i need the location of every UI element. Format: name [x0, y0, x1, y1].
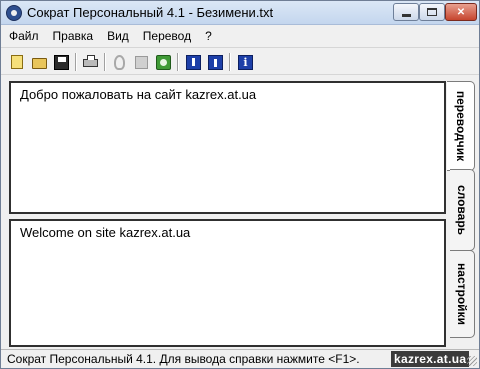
print-button[interactable]: [81, 53, 98, 70]
close-button[interactable]: ✕: [445, 3, 477, 21]
close-icon: ✕: [456, 6, 466, 18]
export-icon: [208, 55, 223, 70]
app-logo-icon[interactable]: [6, 5, 22, 21]
maximize-icon: [427, 8, 437, 16]
tab-settings[interactable]: настройки: [450, 250, 475, 338]
cut-button[interactable]: [110, 53, 127, 70]
toolbar-separator: [229, 53, 231, 71]
tab-translator-label: переводчик: [453, 90, 468, 162]
print-icon: [83, 55, 98, 67]
copy-icon: [135, 56, 148, 69]
new-file-icon: [11, 55, 23, 69]
menu-help[interactable]: ?: [198, 29, 219, 43]
title-bar[interactable]: Сократ Персональный 4.1 - Безимени.txt ✕: [1, 1, 479, 25]
save-button[interactable]: [52, 53, 69, 70]
open-folder-icon: [32, 58, 47, 69]
save-icon: [54, 55, 69, 70]
app-window: Сократ Персональный 4.1 - Безимени.txt ✕…: [0, 0, 480, 369]
menu-view[interactable]: Вид: [100, 29, 136, 43]
new-file-button[interactable]: [8, 53, 25, 70]
status-text: Сократ Персональный 4.1. Для вывода спра…: [7, 352, 360, 366]
tab-dictionary-label: словарь: [455, 184, 469, 236]
translation-text-pane[interactable]: Welcome on site kazrex.at.ua: [9, 219, 446, 347]
tab-dictionary[interactable]: словарь: [450, 169, 475, 251]
cut-icon: [114, 55, 125, 70]
import-icon: [186, 55, 201, 70]
maximize-button[interactable]: [419, 3, 445, 21]
tab-settings-label: настройки: [455, 263, 469, 325]
export-button[interactable]: [206, 53, 223, 70]
copy-button[interactable]: [132, 53, 149, 70]
resize-grip-icon[interactable]: [467, 356, 477, 366]
paste-button[interactable]: [154, 53, 171, 70]
paste-icon: [156, 55, 171, 70]
info-button[interactable]: i: [236, 53, 253, 70]
status-bar: Сократ Персональный 4.1. Для вывода спра…: [1, 349, 479, 368]
toolbar-separator: [75, 53, 77, 71]
import-button[interactable]: [184, 53, 201, 70]
menu-file[interactable]: Файл: [1, 29, 46, 43]
watermark: kazrex.at.ua: [391, 351, 470, 367]
menu-bar: Файл Правка Вид Перевод ?: [1, 26, 479, 46]
translation-text[interactable]: Welcome on site kazrex.at.ua: [20, 225, 190, 240]
toolbar-separator: [177, 53, 179, 71]
window-title: Сократ Персональный 4.1 - Безимени.txt: [27, 5, 274, 20]
info-icon: i: [238, 55, 253, 70]
minimize-button[interactable]: [393, 3, 419, 21]
toolbar: i: [1, 47, 479, 75]
menu-edit[interactable]: Правка: [46, 29, 101, 43]
source-text-pane[interactable]: Добро пожаловать на сайт kazrex.at.ua: [9, 81, 446, 214]
minimize-icon: [401, 13, 411, 17]
open-file-button[interactable]: [30, 53, 47, 70]
source-text[interactable]: Добро пожаловать на сайт kazrex.at.ua: [20, 87, 256, 102]
tab-translator[interactable]: переводчик: [447, 81, 475, 171]
menu-translate[interactable]: Перевод: [136, 29, 198, 43]
toolbar-separator: [104, 53, 106, 71]
